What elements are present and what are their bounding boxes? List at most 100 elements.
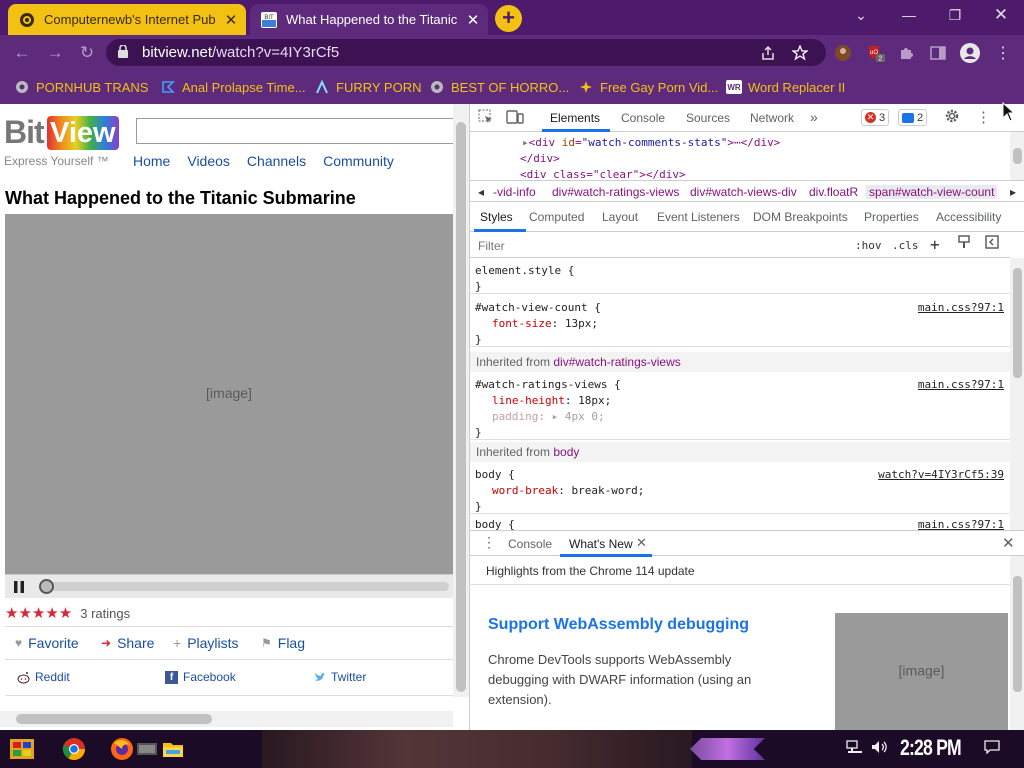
volume-icon[interactable] xyxy=(871,740,889,757)
bookmark-item[interactable]: BEST OF HORRO... xyxy=(429,78,569,96)
tab-network[interactable]: Network xyxy=(750,111,794,125)
dom-node[interactable]: <div class="clear"></div> xyxy=(520,168,686,180)
tab-layout[interactable]: Layout xyxy=(602,210,638,224)
scroll-thumb[interactable] xyxy=(1013,268,1022,378)
inherited-element-link[interactable]: div#watch-ratings-views xyxy=(553,355,680,369)
drawer-menu-icon[interactable]: ⋮ xyxy=(482,534,496,551)
address-bar[interactable]: bitview.net/watch?v=4IY3rCf5 xyxy=(106,39,826,66)
nav-community[interactable]: Community xyxy=(323,153,394,169)
tab-accessibility[interactable]: Accessibility xyxy=(936,210,1001,224)
share-twitter[interactable]: Twitter xyxy=(313,670,366,684)
drawer-scrollbar[interactable] xyxy=(1010,556,1024,730)
video-player[interactable]: [image] xyxy=(5,214,453,574)
rule-declaration[interactable]: word-break: break-word; xyxy=(492,484,644,497)
breadcrumb-scroll-left-icon[interactable]: ◂ xyxy=(478,185,484,199)
inspect-element-icon[interactable] xyxy=(478,109,494,128)
taskbar-clock[interactable]: 2:28 PM xyxy=(900,735,962,761)
breadcrumb-scroll-right-icon[interactable]: ▸ xyxy=(1010,185,1016,199)
tab-sources[interactable]: Sources xyxy=(686,111,730,125)
favorite-button[interactable]: ♥ Favorite xyxy=(15,635,79,651)
devtools-menu-icon[interactable]: ⋮ xyxy=(976,108,991,126)
nav-channels[interactable]: Channels xyxy=(247,153,306,169)
style-rule[interactable]: #watch-view-count { main.css?97:1 font-s… xyxy=(470,295,1010,347)
style-rule[interactable]: body { watch?v=4IY3rCf5:39 word-break: b… xyxy=(470,462,1010,514)
new-tab-button[interactable]: + xyxy=(495,5,522,32)
rule-declaration[interactable]: line-height: 18px; xyxy=(492,394,611,407)
rule-declaration[interactable]: font-size: 13px; xyxy=(492,317,598,330)
seek-handle[interactable] xyxy=(39,579,54,594)
drawer-tab-console[interactable]: Console xyxy=(508,537,552,551)
share-reddit[interactable]: Reddit xyxy=(17,670,70,684)
tab-elements[interactable]: Elements xyxy=(550,111,600,125)
tab-close-icon[interactable]: ✕ xyxy=(220,11,242,29)
nav-home[interactable]: Home xyxy=(133,153,170,169)
bookmark-item[interactable]: WR Word Replacer II xyxy=(726,78,845,96)
bookmark-star-icon[interactable] xyxy=(790,43,810,63)
rule-source-link[interactable]: main.css?97:1 xyxy=(918,378,1004,391)
network-icon[interactable] xyxy=(846,740,862,757)
dom-node[interactable]: ▸<div id="watch-comments-stats">⋯</div> xyxy=(522,136,780,149)
seek-bar[interactable] xyxy=(39,582,449,591)
ublock-icon[interactable]: uO 2 xyxy=(866,43,886,63)
breadcrumb-item[interactable]: div#watch-views-div xyxy=(690,185,797,199)
nav-videos[interactable]: Videos xyxy=(187,153,230,169)
scroll-thumb[interactable] xyxy=(1013,576,1022,692)
more-tabs-icon[interactable]: » xyxy=(810,109,818,125)
style-rule[interactable]: element.style { } xyxy=(470,258,1010,294)
tab-console[interactable]: Console xyxy=(621,111,665,125)
styles-filter-input[interactable]: Filter xyxy=(478,239,505,253)
bookmark-item[interactable]: Anal Prolapse Time... xyxy=(160,78,306,96)
pause-icon[interactable] xyxy=(11,579,27,595)
notifications-icon[interactable] xyxy=(984,740,1000,757)
start-button-icon[interactable] xyxy=(8,735,36,763)
breadcrumb-item[interactable]: -vid-info xyxy=(493,185,536,199)
profile-icon[interactable] xyxy=(960,43,980,63)
messages-badge[interactable]: 2 xyxy=(898,109,928,126)
share-page-icon[interactable] xyxy=(758,43,778,63)
close-window-icon[interactable]: ✕ xyxy=(978,4,1024,28)
paint-brush-icon[interactable] xyxy=(957,235,971,252)
scroll-thumb[interactable] xyxy=(16,714,212,724)
tab-computernewb[interactable]: Computernewb's Internet Pub ✕ xyxy=(8,4,246,35)
device-toolbar-icon[interactable] xyxy=(506,109,524,128)
close-tab-icon[interactable]: ✕ xyxy=(636,535,647,551)
playlists-button[interactable]: + Playlists xyxy=(173,635,239,651)
rule-declaration-disabled[interactable]: padding: ▸ 4px 0; xyxy=(492,410,605,423)
rating-stars[interactable]: ★★★★★ xyxy=(5,604,72,622)
app-taskbar-icon[interactable] xyxy=(133,735,161,763)
tab-styles[interactable]: Styles xyxy=(480,210,513,224)
bookmark-item[interactable]: Free Gay Porn Vid... xyxy=(578,78,718,96)
drawer-tab-whats-new[interactable]: What's New xyxy=(569,537,633,551)
scroll-thumb[interactable] xyxy=(456,122,466,692)
rule-source-link[interactable]: main.css?97:1 xyxy=(918,518,1004,530)
tab-event-listeners[interactable]: Event Listeners xyxy=(657,210,740,224)
scroll-thumb[interactable] xyxy=(1013,148,1022,164)
extensions-puzzle-icon[interactable] xyxy=(897,43,917,63)
breadcrumb-item[interactable]: div#watch-ratings-views xyxy=(552,185,679,199)
page-vertical-scrollbar[interactable] xyxy=(453,104,469,697)
breadcrumb-item[interactable]: div.floatR xyxy=(809,185,858,199)
chrome-menu-icon[interactable]: ⋮ xyxy=(993,43,1013,63)
tab-computed[interactable]: Computed xyxy=(529,210,584,224)
tab-bitview[interactable]: BIT What Happened to the Titanic ✕ xyxy=(250,4,488,35)
tab-properties[interactable]: Properties xyxy=(864,210,919,224)
tab-search-icon[interactable]: ⌄ xyxy=(838,4,884,28)
restore-icon[interactable]: ❐ xyxy=(932,4,978,28)
breadcrumb-item-selected[interactable]: span#watch-view-count xyxy=(866,185,998,199)
reload-icon[interactable]: ↻ xyxy=(76,43,98,63)
close-drawer-icon[interactable]: ✕ xyxy=(1002,534,1015,552)
minimize-icon[interactable]: — xyxy=(886,4,932,28)
rule-source-link[interactable]: main.css?97:1 xyxy=(918,301,1004,314)
sidebar-toggle-icon[interactable] xyxy=(985,235,999,252)
share-button[interactable]: ➜ Share xyxy=(101,635,154,651)
class-toggle[interactable]: .cls xyxy=(892,239,919,252)
dom-node[interactable]: </div> xyxy=(520,152,560,165)
styles-scrollbar[interactable] xyxy=(1010,258,1024,530)
share-facebook[interactable]: f Facebook xyxy=(165,670,236,684)
site-search-input[interactable] xyxy=(136,118,456,144)
new-rule-plus-icon[interactable]: + xyxy=(930,235,940,254)
errors-badge[interactable]: ✕ 3 xyxy=(861,109,890,126)
extension-avatar-icon[interactable] xyxy=(833,43,853,63)
url-text[interactable]: bitview.net/watch?v=4IY3rCf5 xyxy=(142,44,339,61)
settings-gear-icon[interactable] xyxy=(944,108,960,127)
